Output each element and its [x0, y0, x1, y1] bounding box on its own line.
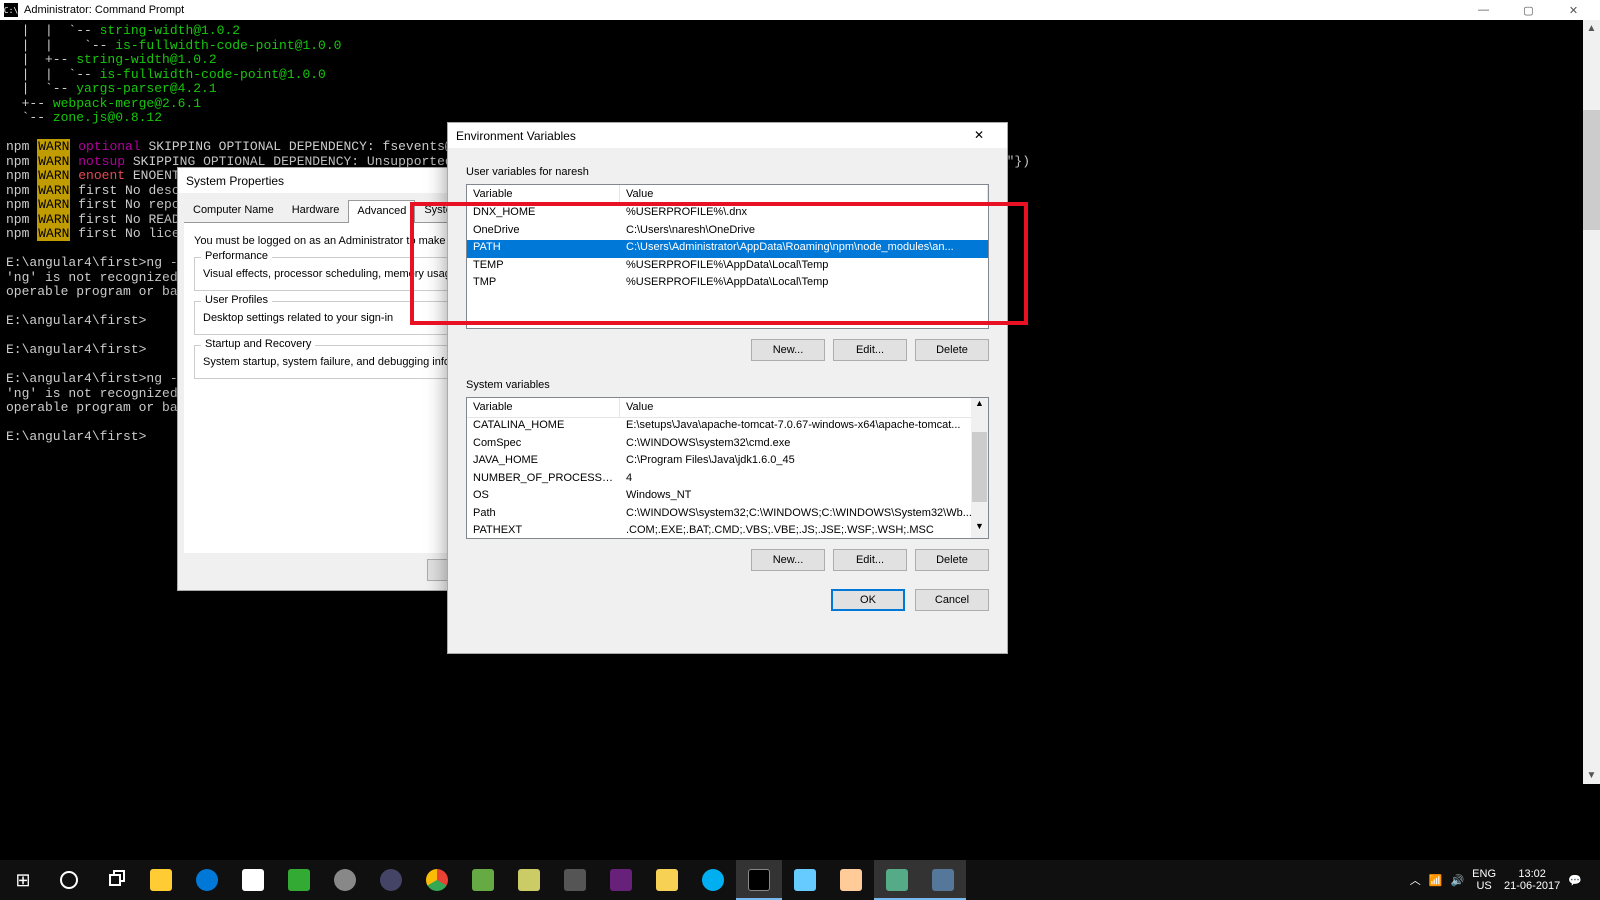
taskbar-app-chrome[interactable] [414, 860, 460, 900]
taskbar-app-visualstudio[interactable] [598, 860, 644, 900]
tray-chevron-icon[interactable]: ︿ [1410, 872, 1421, 888]
cmd-title-text: Administrator: Command Prompt [24, 4, 184, 16]
env-title-text: Environment Variables [456, 129, 576, 143]
taskbar[interactable]: ⊞ ︿ 📶 🔊 ENG US 13:02 21-06-2017 💬 [0, 860, 1600, 900]
taskbar-app-notepad[interactable] [782, 860, 828, 900]
sys-scroll-thumb[interactable] [972, 432, 987, 502]
taskbar-app-sysprops[interactable] [920, 860, 966, 900]
taskbar-app-file-explorer[interactable] [138, 860, 184, 900]
env-close-button[interactable]: ✕ [959, 128, 999, 143]
user-delete-button[interactable]: Delete [915, 339, 989, 361]
user-edit-button[interactable]: Edit... [833, 339, 907, 361]
table-row[interactable]: PATHEXT.COM;.EXE;.BAT;.CMD;.VBS;.VBE;.JS… [467, 523, 988, 538]
sys-delete-button[interactable]: Delete [915, 549, 989, 571]
scroll-up-icon[interactable]: ▲ [1583, 20, 1600, 37]
taskbar-app-paint[interactable] [828, 860, 874, 900]
table-row[interactable]: NUMBER_OF_PROCESSORS4 [467, 471, 988, 489]
user-vars-label: User variables for naresh [466, 166, 989, 178]
close-button[interactable]: ✕ [1551, 0, 1596, 20]
table-row[interactable]: JAVA_HOMEC:\Program Files\Java\jdk1.6.0_… [467, 453, 988, 471]
environment-variables-dialog: Environment Variables ✕ User variables f… [447, 122, 1008, 654]
cmd-icon: C:\ [4, 3, 18, 17]
tab-advanced[interactable]: Advanced [348, 200, 415, 223]
table-row[interactable]: TMP%USERPROFILE%\AppData\Local\Temp [467, 275, 988, 293]
taskbar-app-notes[interactable] [644, 860, 690, 900]
taskbar-app-generic-3[interactable] [368, 860, 414, 900]
maximize-button[interactable]: ▢ [1506, 0, 1551, 20]
sys-header-value[interactable]: Value [620, 398, 988, 417]
user-header-variable[interactable]: Variable [467, 185, 620, 204]
taskbar-app-generic-2[interactable] [322, 860, 368, 900]
env-cancel-button[interactable]: Cancel [915, 589, 989, 611]
env-titlebar[interactable]: Environment Variables ✕ [448, 123, 1007, 148]
env-ok-button[interactable]: OK [831, 589, 905, 611]
user-profiles-legend: User Profiles [201, 294, 272, 306]
taskbar-app-generic-1[interactable] [276, 860, 322, 900]
scroll-down-icon[interactable]: ▼ [1583, 767, 1600, 784]
taskbar-app-store[interactable] [230, 860, 276, 900]
table-row[interactable]: DNX_HOME%USERPROFILE%\.dnx [467, 205, 988, 223]
tray-language[interactable]: ENG US [1472, 868, 1496, 892]
sys-header-variable[interactable]: Variable [467, 398, 620, 417]
sys-vars-scrollbar[interactable]: ▲ ▼ [971, 398, 988, 538]
table-row[interactable]: PathC:\WINDOWS\system32;C:\WINDOWS;C:\WI… [467, 506, 988, 524]
user-new-button[interactable]: New... [751, 339, 825, 361]
sys-vars-label: System variables [466, 379, 989, 391]
table-row[interactable]: OneDriveC:\Users\naresh\OneDrive [467, 223, 988, 241]
tab-computer-name[interactable]: Computer Name [184, 199, 283, 222]
performance-legend: Performance [201, 250, 272, 262]
table-row[interactable]: PATHC:\Users\Administrator\AppData\Roami… [467, 240, 988, 258]
system-tray[interactable]: ︿ 📶 🔊 ENG US 13:02 21-06-2017 💬 [1410, 868, 1600, 892]
user-vars-listview[interactable]: Variable Value DNX_HOME%USERPROFILE%\.dn… [466, 184, 989, 329]
tray-clock[interactable]: 13:02 21-06-2017 [1504, 868, 1560, 892]
taskbar-app-control-panel[interactable] [874, 860, 920, 900]
tray-volume-icon[interactable]: 🔊 [1450, 874, 1464, 887]
taskbar-app-skype[interactable] [690, 860, 736, 900]
task-view-button[interactable] [92, 860, 138, 900]
table-row[interactable]: ComSpecC:\WINDOWS\system32\cmd.exe [467, 436, 988, 454]
user-header-value[interactable]: Value [620, 185, 988, 204]
cortana-button[interactable] [46, 860, 92, 900]
cmd-titlebar[interactable]: C:\ Administrator: Command Prompt — ▢ ✕ [0, 0, 1600, 20]
startup-legend: Startup and Recovery [201, 338, 315, 350]
table-row[interactable]: CATALINA_HOMEE:\setups\Java\apache-tomca… [467, 418, 988, 436]
taskbar-app-sublime[interactable] [552, 860, 598, 900]
table-row[interactable]: TEMP%USERPROFILE%\AppData\Local\Temp [467, 258, 988, 276]
tab-hardware[interactable]: Hardware [283, 199, 349, 222]
table-row[interactable]: OSWindows_NT [467, 488, 988, 506]
taskbar-app-generic-4[interactable] [460, 860, 506, 900]
cmd-scrollbar[interactable]: ▲ ▼ [1583, 20, 1600, 784]
tray-network-icon[interactable]: 📶 [1429, 874, 1443, 887]
scroll-thumb[interactable] [1583, 110, 1600, 230]
taskbar-app-edge[interactable] [184, 860, 230, 900]
taskbar-app-generic-5[interactable] [506, 860, 552, 900]
sys-vars-listview[interactable]: Variable Value CATALINA_HOMEE:\setups\Ja… [466, 397, 989, 539]
taskbar-app-cmd[interactable] [736, 860, 782, 900]
tray-action-center-icon[interactable]: 💬 [1568, 874, 1582, 887]
start-button[interactable]: ⊞ [0, 860, 46, 900]
minimize-button[interactable]: — [1461, 0, 1506, 20]
sys-edit-button[interactable]: Edit... [833, 549, 907, 571]
sys-new-button[interactable]: New... [751, 549, 825, 571]
sysprop-title-text: System Properties [186, 174, 284, 188]
